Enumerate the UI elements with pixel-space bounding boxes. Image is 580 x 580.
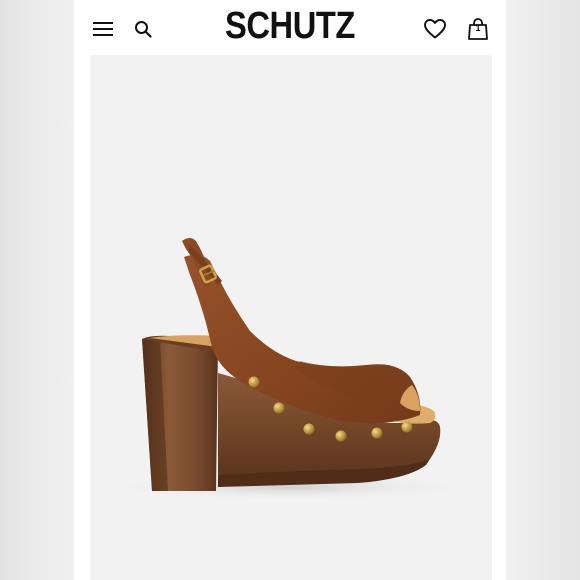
top-navigation-bar: SCHUTZ 1	[74, 0, 506, 55]
heart-icon	[424, 19, 446, 39]
bag-count-badge: 1	[475, 23, 481, 33]
product-image-area[interactable]	[90, 55, 492, 580]
wishlist-button[interactable]	[420, 14, 450, 44]
product-image	[100, 238, 480, 501]
app-screen: SCHUTZ 1	[74, 0, 506, 580]
shopping-bag-button[interactable]: 1	[463, 14, 493, 44]
